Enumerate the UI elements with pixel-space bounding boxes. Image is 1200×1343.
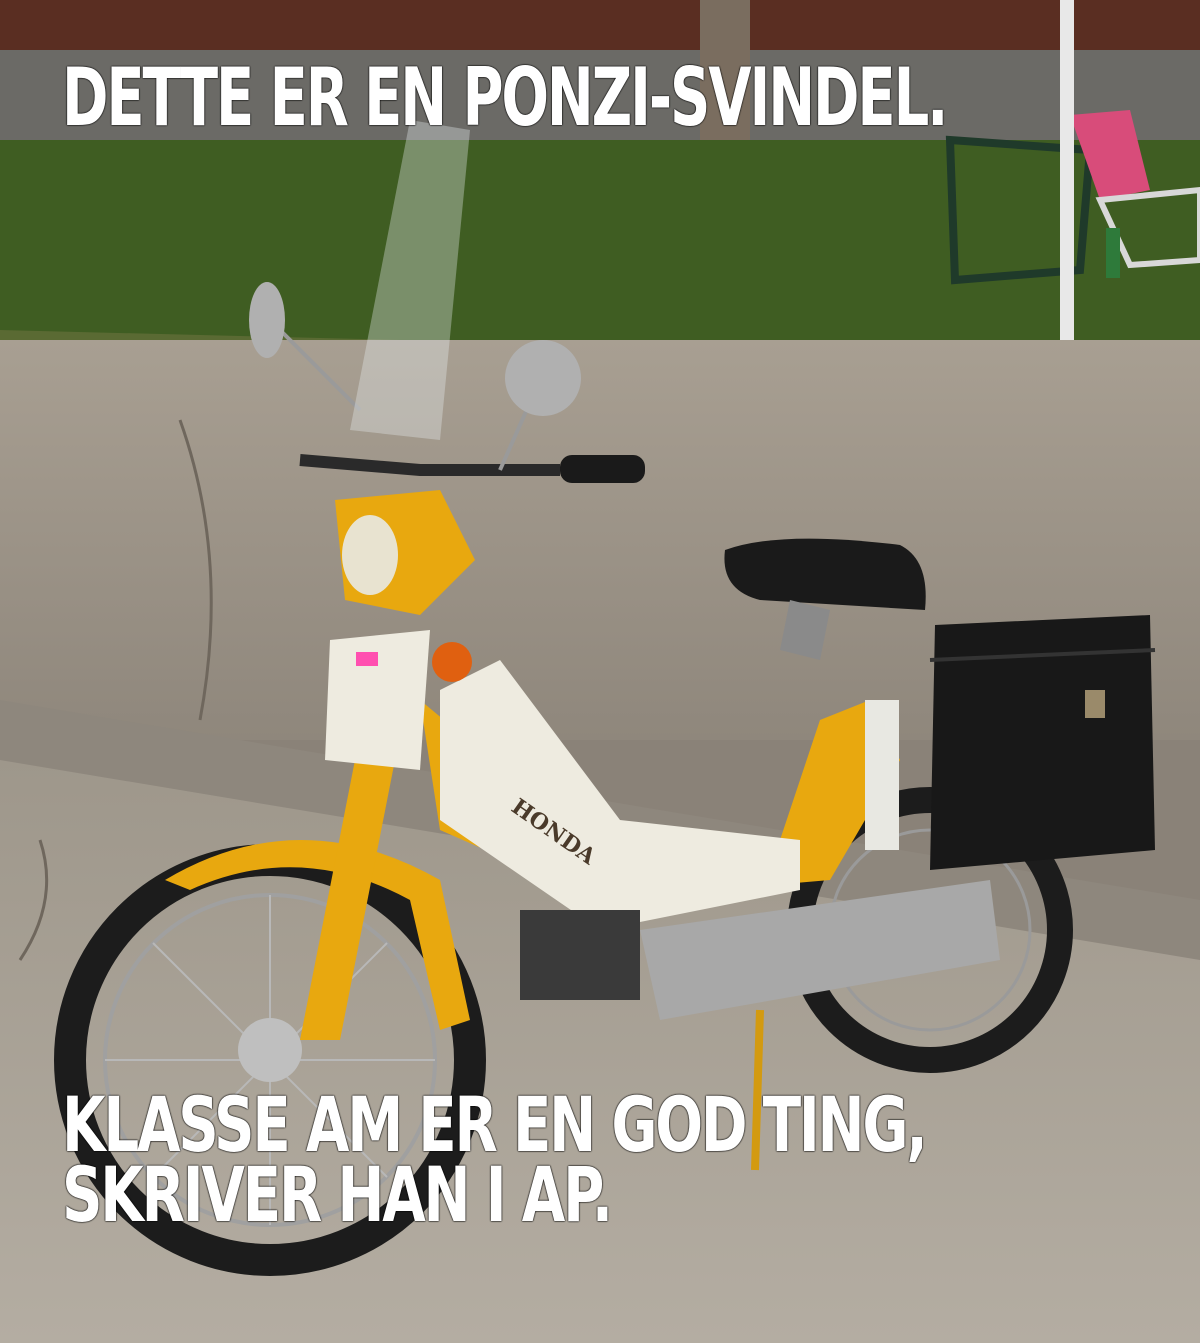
meme-bottom-line-2: SKRIVER HAN I AP. [62, 1150, 613, 1239]
meme-top-caption: DETTE ER EN PONZI-SVINDEL. [62, 51, 948, 144]
meme-image: HONDA DETTE ER EN PONZI-SVINDEL. KLASSE … [0, 0, 1200, 1343]
meme-bottom-caption: KLASSE AM ER EN GOD TING, SKRIVER HAN I … [62, 1087, 928, 1239]
